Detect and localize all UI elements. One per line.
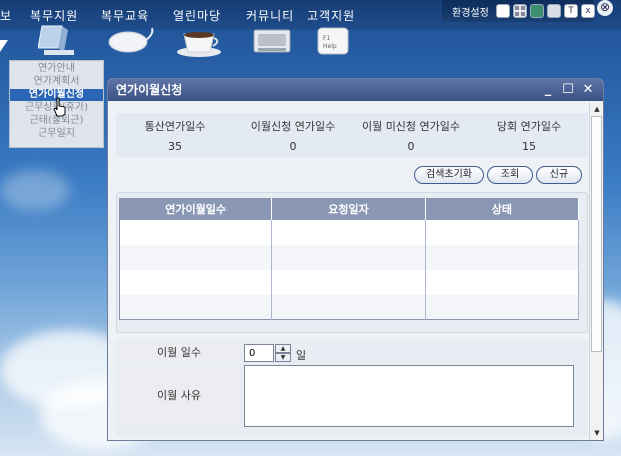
summary-value: 35: [168, 140, 182, 153]
column-header-status[interactable]: 상태: [425, 198, 580, 220]
scroll-up-icon[interactable]: ▲: [590, 102, 603, 116]
reason-label: 이월 사유: [118, 366, 240, 426]
column-header-request-date[interactable]: 요청일자: [271, 198, 426, 220]
column-header-carryover-days[interactable]: 연가이월일수: [119, 198, 273, 220]
coffee-cup-icon[interactable]: [176, 28, 222, 58]
summary-value: 15: [522, 140, 536, 153]
theme-white-icon[interactable]: [496, 4, 510, 18]
svg-text:F1: F1: [323, 35, 330, 42]
help-icon[interactable]: F1 Help: [316, 26, 350, 58]
summary-label: 통산연가일수: [144, 120, 206, 133]
dialog-title-bar[interactable]: 연가이월신청 _ ☐ ✕: [108, 79, 603, 101]
keyboard-icon[interactable]: [252, 28, 292, 56]
svg-text:Help: Help: [323, 43, 337, 50]
vertical-scrollbar[interactable]: ▲ ▼: [589, 102, 603, 440]
spin-up-icon[interactable]: ▲: [275, 344, 291, 353]
days-label: 이월 일수: [118, 342, 240, 364]
request-grid: 연가이월일수 요청일자 상태: [119, 198, 580, 320]
close-icon[interactable]: ⊗: [597, 0, 613, 16]
table-row[interactable]: [119, 244, 580, 270]
table-row[interactable]: [119, 269, 580, 295]
theme-gray-icon[interactable]: [547, 4, 561, 18]
monitor-icon[interactable]: [38, 24, 78, 56]
table-row[interactable]: [119, 219, 580, 245]
reset-search-button[interactable]: 검색초기화: [414, 166, 484, 184]
close-dialog-icon[interactable]: ✕: [580, 82, 596, 98]
utility-bar: 환경설정 T x: [442, 0, 595, 22]
summary-value: 0: [289, 140, 297, 153]
table-row[interactable]: [119, 294, 580, 320]
nav-item-customer-support[interactable]: 고객지원: [307, 7, 355, 24]
days-input[interactable]: [244, 344, 274, 362]
reason-textarea[interactable]: [244, 365, 574, 427]
minimize-icon[interactable]: _: [540, 82, 556, 98]
carryover-form: 이월 일수 ▲ ▼ 일 이월 사유: [116, 339, 588, 437]
nav-item-prev[interactable]: 보: [0, 7, 12, 24]
maximize-icon[interactable]: ☐: [560, 82, 576, 98]
summary-label: 당회 연가일수: [496, 120, 562, 133]
nav-item-service-education[interactable]: 복무교육: [101, 7, 149, 24]
summary-carryover-requested: 이월신청 연가일수 0: [234, 113, 352, 153]
dialog-title: 연가이월신청: [116, 83, 183, 97]
leave-carryover-dialog: 연가이월신청 _ ☐ ✕ 통산연가일수 35 이월신청 연가일수 0 이월 미신…: [107, 78, 604, 441]
summary-carryover-not-requested: 이월 미신청 연가일수 0: [352, 113, 470, 153]
layout-grid-icon[interactable]: [513, 4, 527, 18]
hand-cursor-icon: [53, 97, 66, 117]
request-grid-panel: 연가이월일수 요청일자 상태: [116, 192, 588, 333]
submenu-item-leave-plan[interactable]: 연가계획서: [10, 76, 103, 88]
summary-label: 이월 미신청 연가일수: [361, 120, 461, 133]
search-button[interactable]: 조회: [487, 166, 533, 184]
summary-value: 0: [407, 140, 415, 153]
spin-down-icon[interactable]: ▼: [275, 353, 291, 362]
nav-item-community[interactable]: 커뮤니티: [246, 7, 294, 24]
nav-item-open-forum[interactable]: 열린마당: [173, 7, 221, 24]
nav-item-service-support[interactable]: 복무지원: [30, 7, 78, 24]
summary-label: 이월신청 연가일수: [250, 120, 336, 133]
leave-summary: 통산연가일수 35 이월신청 연가일수 0 이월 미신청 연가일수 0 당회 연…: [116, 113, 588, 157]
scroll-thumb[interactable]: [591, 116, 602, 352]
settings-label[interactable]: 환경설정: [452, 4, 489, 19]
cloud: [0, 170, 70, 210]
font-size-icon[interactable]: T: [564, 4, 578, 18]
days-unit: 일: [296, 349, 307, 362]
theme-green-icon[interactable]: [530, 4, 544, 18]
icon-row: F1 Help: [0, 24, 621, 60]
mouse-icon[interactable]: [106, 26, 156, 58]
arrow-partial-icon: [0, 40, 8, 52]
submenu-item-leave-guide[interactable]: 연가안내: [10, 63, 103, 75]
submenu-item-work-log[interactable]: 근무일지: [10, 128, 103, 140]
summary-total-leave: 통산연가일수 35: [116, 113, 234, 153]
scroll-down-icon[interactable]: ▼: [590, 426, 603, 440]
new-button[interactable]: 신규: [536, 166, 582, 184]
summary-current-leave: 당회 연가일수 15: [470, 113, 588, 153]
close-small-icon[interactable]: x: [581, 4, 595, 18]
